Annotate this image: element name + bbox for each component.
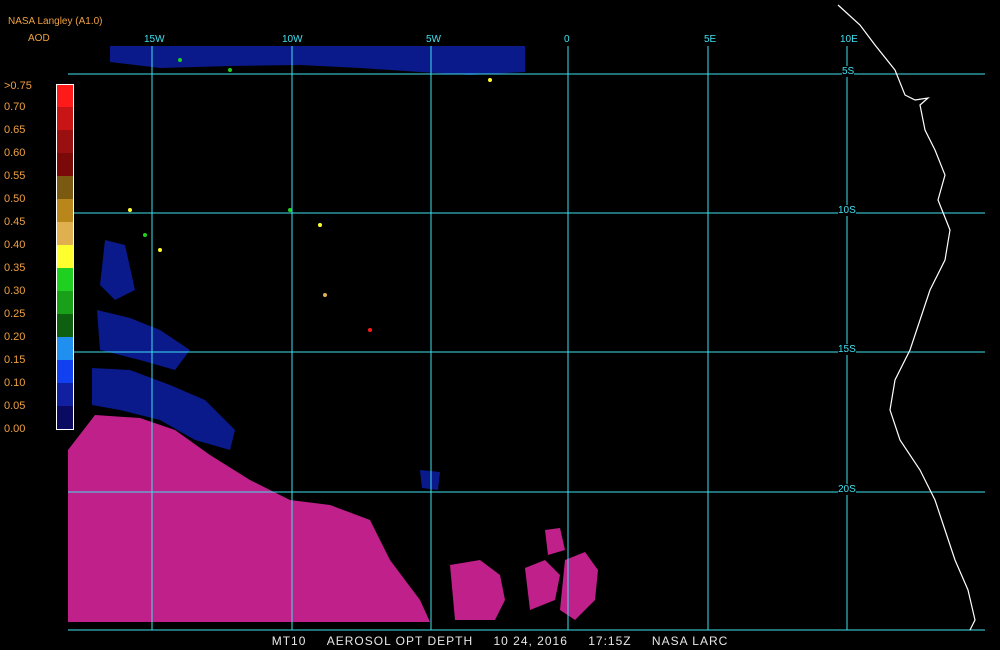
caption-date: 10 24, 2016 xyxy=(493,634,568,648)
caption-title: AEROSOL OPT DEPTH xyxy=(326,634,474,648)
legend-label: 0.50 xyxy=(4,193,26,205)
legend-label: 0.05 xyxy=(4,400,26,412)
legend-label: 0.30 xyxy=(4,285,26,297)
aod-magenta-region xyxy=(68,415,598,622)
lon-label: 15W xyxy=(144,34,165,45)
legend-label: 0.60 xyxy=(4,147,26,159)
legend-label: 0.40 xyxy=(4,239,26,251)
lon-label: 5E xyxy=(704,34,717,45)
map-caption: MT10 AEROSOL OPT DEPTH 10 24, 2016 17:15… xyxy=(0,634,1000,648)
lat-label: 5S xyxy=(842,66,855,77)
lon-label: 5W xyxy=(426,34,441,45)
lon-label: 10E xyxy=(840,34,858,45)
legend-frame xyxy=(56,84,74,430)
legend-label: 0.25 xyxy=(4,308,26,320)
source-label: NASA Langley (A1.0) xyxy=(8,16,103,27)
legend-label: 0.20 xyxy=(4,331,26,343)
lon-label: 0 xyxy=(564,34,570,45)
legend-label: 0.55 xyxy=(4,170,26,182)
legend-label: 0.70 xyxy=(4,101,26,113)
lon-label: 10W xyxy=(282,34,303,45)
caption-credit: NASA LARC xyxy=(651,634,729,648)
caption-time: 17:15Z xyxy=(588,634,632,648)
legend-label: 0.35 xyxy=(4,262,26,274)
lat-label: 15S xyxy=(838,344,856,355)
legend-label: 0.65 xyxy=(4,124,26,136)
lat-label: 10S xyxy=(838,205,856,216)
aod-map xyxy=(68,4,985,631)
legend-label: 0.15 xyxy=(4,354,26,366)
legend-label: >0.75 xyxy=(4,80,32,92)
aod-blue-region xyxy=(92,46,525,490)
legend-label: 0.00 xyxy=(4,423,26,435)
lat-label: 20S xyxy=(838,484,856,495)
coastline xyxy=(837,4,976,631)
caption-product: MT10 xyxy=(271,634,307,648)
legend-label: 0.45 xyxy=(4,216,26,228)
aod-speckle xyxy=(128,58,492,332)
product-label: AOD xyxy=(28,33,50,44)
legend-label: 0.10 xyxy=(4,377,26,389)
